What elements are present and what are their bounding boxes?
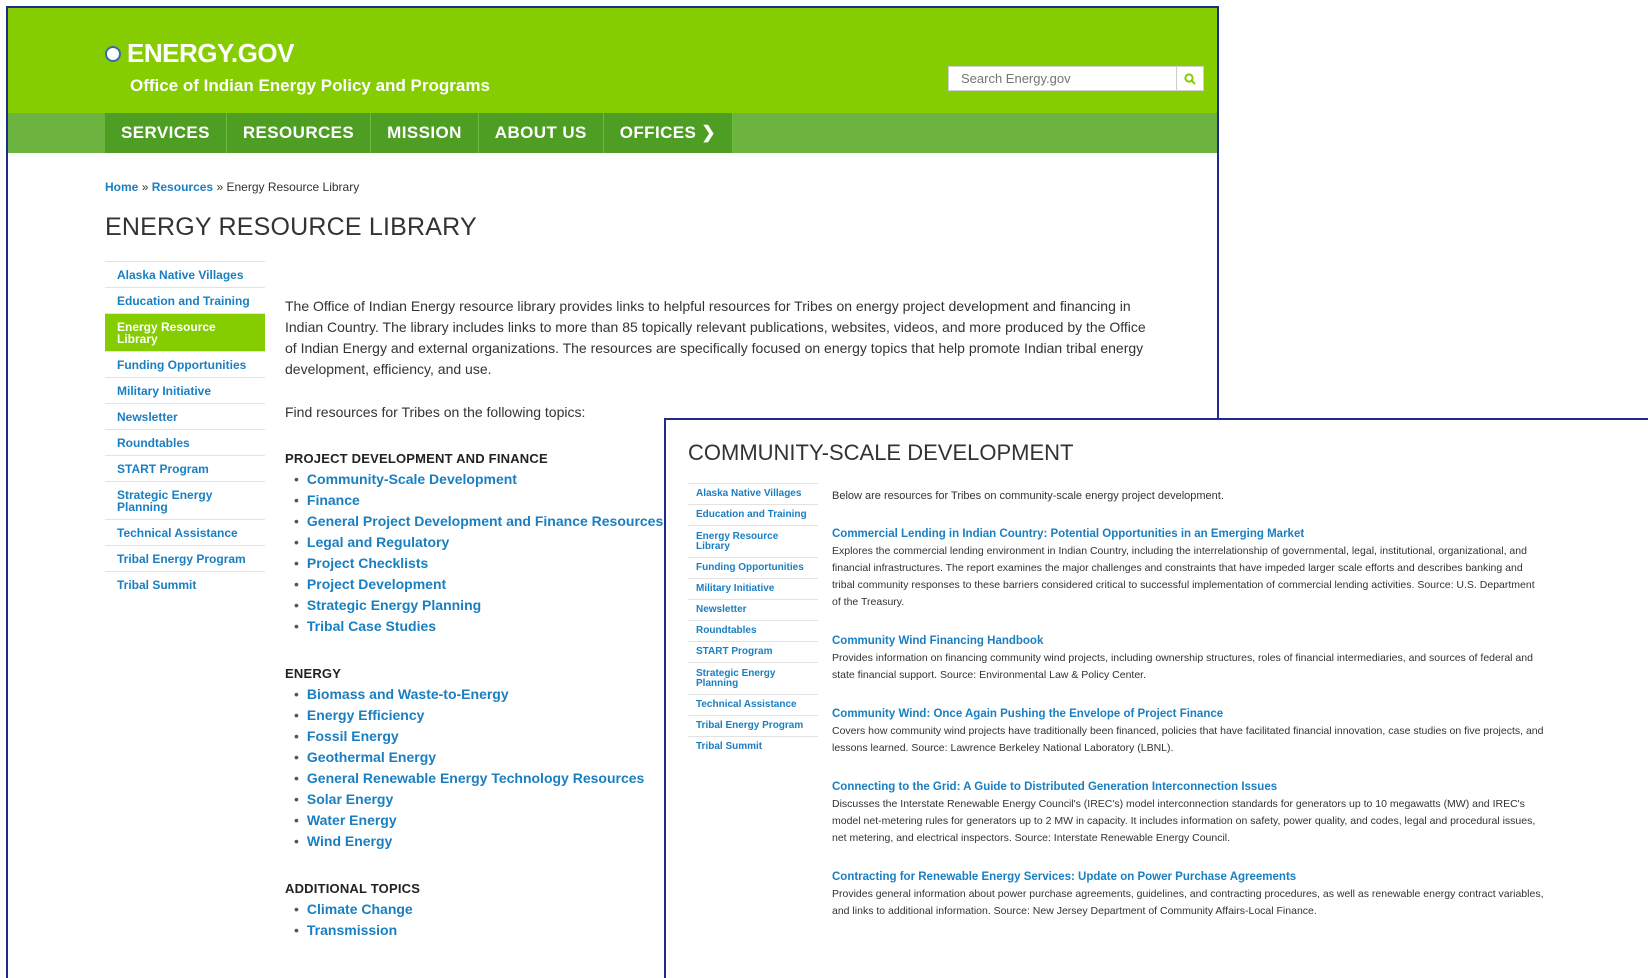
sidebar-item-newsletter[interactable]: Newsletter [105, 403, 265, 429]
resource-title-link[interactable]: Connecting to the Grid: A Guide to Distr… [832, 779, 1544, 796]
side-nav: Alaska Native Villages Education and Tra… [105, 261, 265, 597]
main-nav: SERVICES RESOURCES MISSION ABOUT US OFFI… [105, 113, 733, 153]
breadcrumb-resources[interactable]: Resources [152, 180, 213, 194]
sidebar-item-alaska-native-villages[interactable]: Alaska Native Villages [105, 261, 265, 287]
topic-link[interactable]: • General Project Development and Finance… [294, 511, 663, 532]
section-heading-energy: ENERGY [285, 666, 342, 681]
topic-link[interactable]: • Strategic Energy Planning [294, 595, 663, 616]
section-heading-additional-topics: ADDITIONAL TOPICS [285, 881, 421, 896]
sidebar-item-tribal-energy-program[interactable]: Tribal Energy Program [688, 715, 818, 736]
sidebar-item-energy-resource-library[interactable]: Energy Resource Library [105, 313, 265, 351]
resource-item: Community Wind Financing Handbook Provid… [832, 633, 1544, 684]
intro-text: Below are resources for Tribes on commun… [832, 490, 1224, 502]
resource-title-link[interactable]: Commercial Lending in Indian Country: Po… [832, 526, 1544, 543]
topic-list-additional: • Climate Change • Transmission [294, 899, 413, 941]
topic-link[interactable]: • General Renewable Energy Technology Res… [294, 768, 644, 789]
resource-description: Provides general information about power… [832, 888, 1544, 917]
resource-description: Discusses the Interstate Renewable Energ… [832, 798, 1536, 844]
page-title: COMMUNITY-SCALE DEVELOPMENT [688, 440, 1074, 465]
topic-link[interactable]: • Water Energy [294, 810, 644, 831]
logo-text: ENERGY.GOV [127, 38, 294, 68]
sidebar-item-military-initiative[interactable]: Military Initiative [688, 578, 818, 599]
sidebar-item-start-program[interactable]: START Program [688, 641, 818, 662]
resource-title-link[interactable]: Community Wind Financing Handbook [832, 633, 1544, 650]
resource-item: Commercial Lending in Indian Country: Po… [832, 526, 1544, 611]
sidebar-item-alaska-native-villages[interactable]: Alaska Native Villages [688, 483, 818, 504]
nav-services[interactable]: SERVICES [105, 113, 227, 153]
sidebar-item-education-and-training[interactable]: Education and Training [105, 287, 265, 313]
topic-link[interactable]: • Project Checklists [294, 553, 663, 574]
intro-paragraph: The Office of Indian Energy resource lib… [285, 298, 1146, 377]
sidebar-item-funding-opportunities[interactable]: Funding Opportunities [688, 557, 818, 578]
topic-link[interactable]: • Solar Energy [294, 789, 644, 810]
sidebar-item-technical-assistance[interactable]: Technical Assistance [688, 694, 818, 715]
resource-title-link[interactable]: Contracting for Renewable Energy Service… [832, 869, 1544, 886]
sidebar-item-start-program[interactable]: START Program [105, 455, 265, 481]
sidebar-item-tribal-summit[interactable]: Tribal Summit [105, 571, 265, 597]
section-heading-project-development: PROJECT DEVELOPMENT AND FINANCE [285, 451, 548, 466]
side-nav: Alaska Native Villages Education and Tra… [688, 483, 818, 757]
topic-link[interactable]: • Fossil Energy [294, 726, 644, 747]
breadcrumb-separator: » [141, 180, 149, 194]
sidebar-item-roundtables[interactable]: Roundtables [105, 429, 265, 455]
resource-item: Contracting for Renewable Energy Service… [832, 869, 1544, 920]
topic-link[interactable]: • Energy Efficiency [294, 705, 644, 726]
search-button[interactable] [1176, 67, 1203, 90]
sidebar-item-tribal-energy-program[interactable]: Tribal Energy Program [105, 545, 265, 571]
community-scale-development-window: COMMUNITY-SCALE DEVELOPMENT Alaska Nativ… [664, 418, 1648, 978]
search-input[interactable] [949, 67, 1176, 90]
find-resources-text: Find resources for Tribes on the followi… [285, 404, 586, 420]
sidebar-item-newsletter[interactable]: Newsletter [688, 599, 818, 620]
search-icon [1184, 72, 1196, 85]
breadcrumb: Home » Resources » Energy Resource Libra… [105, 180, 359, 194]
topic-link[interactable]: • Wind Energy [294, 831, 644, 852]
search-box [948, 66, 1204, 91]
resource-title-link[interactable]: Community Wind: Once Again Pushing the E… [832, 706, 1544, 723]
energy-gov-logo[interactable]: ENERGY.GOV [105, 38, 294, 69]
nav-about-us[interactable]: ABOUT US [478, 113, 604, 153]
sidebar-item-technical-assistance[interactable]: Technical Assistance [105, 519, 265, 545]
topic-list-project-development: • Community-Scale Development • Finance • G… [294, 469, 663, 637]
topic-list-energy: • Biomass and Waste-to-Energy • Energy Eff… [294, 684, 644, 852]
topic-link[interactable]: • Tribal Case Studies [294, 616, 663, 637]
topic-link[interactable]: • Legal and Regulatory [294, 532, 663, 553]
topic-link[interactable]: • Biomass and Waste-to-Energy [294, 684, 644, 705]
breadcrumb-current: Energy Resource Library [226, 180, 360, 194]
topic-link[interactable]: • Finance [294, 490, 663, 511]
sidebar-item-energy-resource-library[interactable]: Energy Resource Library [688, 525, 818, 557]
doe-seal-icon [105, 45, 121, 62]
topic-link[interactable]: • Project Development [294, 574, 663, 595]
office-name[interactable]: Office of Indian Energy Policy and Progr… [130, 76, 490, 96]
breadcrumb-home[interactable]: Home [105, 180, 138, 194]
topic-link[interactable]: • Transmission [294, 920, 413, 941]
breadcrumb-separator: » [216, 180, 224, 194]
topic-link[interactable]: • Climate Change [294, 899, 413, 920]
resource-description: Covers how community wind projects have … [832, 725, 1544, 754]
sidebar-item-education-and-training[interactable]: Education and Training [688, 504, 818, 525]
sidebar-item-funding-opportunities[interactable]: Funding Opportunities [105, 351, 265, 377]
sidebar-item-military-initiative[interactable]: Military Initiative [105, 377, 265, 403]
resource-item: Community Wind: Once Again Pushing the E… [832, 706, 1544, 757]
sidebar-item-strategic-energy-planning[interactable]: Strategic Energy Planning [688, 662, 818, 694]
page-title: ENERGY RESOURCE LIBRARY [105, 213, 477, 241]
nav-mission[interactable]: MISSION [371, 113, 479, 153]
topic-link[interactable]: • Community-Scale Development [294, 469, 663, 490]
nav-offices[interactable]: OFFICES ❯ [603, 113, 733, 153]
resource-description: Provides information on financing commun… [832, 652, 1533, 681]
resource-description: Explores the commercial lending environm… [832, 545, 1535, 608]
sidebar-item-tribal-summit[interactable]: Tribal Summit [688, 736, 818, 757]
sidebar-item-roundtables[interactable]: Roundtables [688, 620, 818, 641]
resource-item: Connecting to the Grid: A Guide to Distr… [832, 779, 1544, 847]
nav-resources[interactable]: RESOURCES [226, 113, 372, 153]
sidebar-item-strategic-energy-planning[interactable]: Strategic Energy Planning [105, 481, 265, 519]
topic-link[interactable]: • Geothermal Energy [294, 747, 644, 768]
